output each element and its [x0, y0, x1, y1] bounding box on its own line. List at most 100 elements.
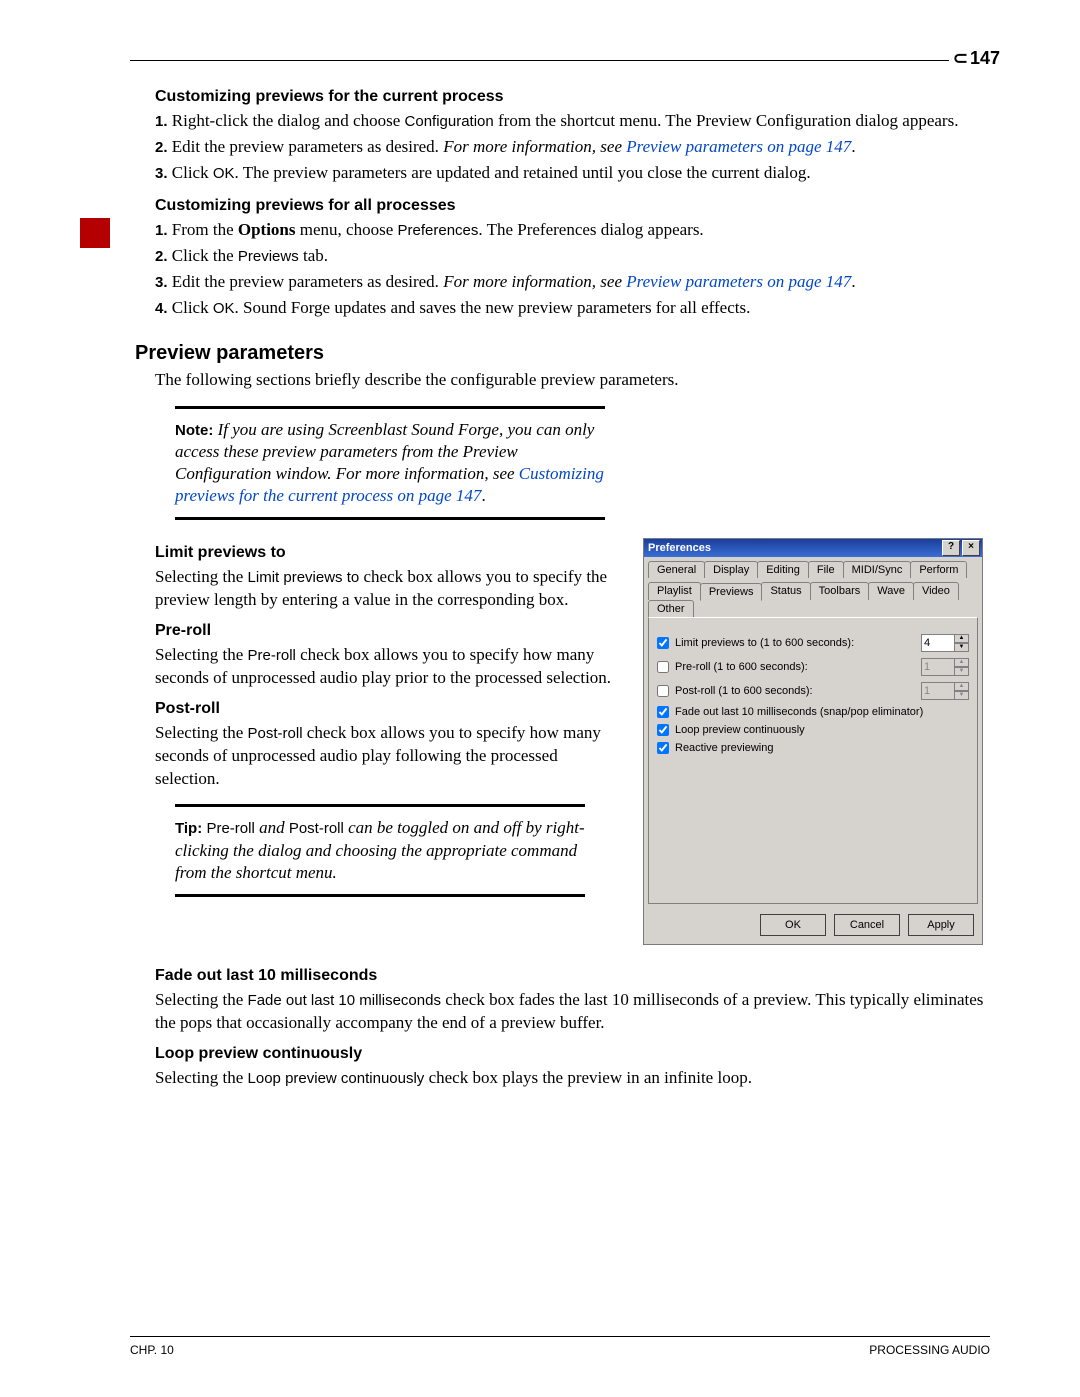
note-box: Note: If you are using Screenblast Sound…: [175, 406, 605, 520]
cross-ref-link[interactable]: on page 147: [393, 486, 481, 505]
step-number: 1.: [155, 113, 168, 130]
ui-label: OK: [213, 165, 235, 182]
checkbox-fade-out[interactable]: [657, 706, 669, 718]
heading-customize-current: Customizing previews for the current pro…: [155, 88, 990, 106]
step-text: . The preview parameters are updated and…: [235, 163, 811, 182]
ui-label: Pre-roll: [248, 647, 296, 664]
apply-button[interactable]: Apply: [908, 914, 974, 936]
heading-loop: Loop preview continuously: [155, 1045, 990, 1063]
step-text-italic: For more information, see: [443, 272, 626, 291]
ui-label: Previews: [238, 248, 299, 265]
step-text: menu, choose: [296, 220, 398, 239]
heading-limit: Limit previews to: [155, 544, 625, 562]
para-postroll: Selecting the Post-roll check box allows…: [155, 722, 625, 791]
step-text: . Sound Forge updates and saves the new …: [235, 298, 751, 317]
close-button[interactable]: ×: [962, 540, 980, 556]
tip-label: Tip:: [175, 820, 202, 837]
ok-button[interactable]: OK: [760, 914, 826, 936]
step-text: Click: [172, 163, 213, 182]
ui-label: Preferences: [398, 222, 479, 239]
spinner-preroll-value: ▲▼: [921, 658, 969, 676]
para-fade: Selecting the Fade out last 10 milliseco…: [155, 989, 990, 1035]
checkbox-loop-preview[interactable]: [657, 724, 669, 736]
footer-section: PROCESSING AUDIO: [869, 1343, 990, 1357]
tab-previews[interactable]: Previews: [700, 583, 763, 601]
dialog-tabs-row1: General Display Editing File MIDI/Sync P…: [644, 557, 982, 578]
tab-other[interactable]: Other: [648, 600, 694, 617]
heading-preroll: Pre-roll: [155, 622, 625, 640]
top-rule: [130, 60, 1000, 61]
tab-general[interactable]: General: [648, 561, 705, 578]
step-text: Right-click the dialog and choose: [172, 111, 405, 130]
label-loop-preview: Loop preview continuously: [675, 724, 805, 736]
cross-ref-link[interactable]: Preview parameters: [626, 272, 763, 291]
checkbox-postroll[interactable]: [657, 685, 669, 697]
dialog-title: Preferences: [648, 542, 711, 554]
checkbox-reactive[interactable]: [657, 742, 669, 754]
tab-status[interactable]: Status: [761, 582, 810, 600]
checkbox-preroll[interactable]: [657, 661, 669, 673]
step-text: Edit the preview parameters as desired.: [172, 137, 443, 156]
intro-text: The following sections briefly describe …: [155, 369, 990, 392]
tab-panel-previews: Limit previews to (1 to 600 seconds): ▲▼…: [648, 617, 978, 904]
cancel-button[interactable]: Cancel: [834, 914, 900, 936]
tab-perform[interactable]: Perform: [910, 561, 967, 578]
tab-midisync[interactable]: MIDI/Sync: [843, 561, 912, 578]
tab-playlist[interactable]: Playlist: [648, 582, 701, 600]
body-text: check box plays the preview in an infini…: [424, 1068, 752, 1087]
tip-box: Tip: Pre-roll and Post-roll can be toggl…: [175, 804, 585, 896]
para-preroll: Selecting the Pre-roll check box allows …: [155, 644, 625, 690]
spin-down-icon: ▼: [955, 667, 969, 676]
spin-down-icon: ▼: [955, 691, 969, 700]
ui-label: Loop preview continuously: [248, 1070, 425, 1087]
step-item: 3. Edit the preview parameters as desire…: [155, 271, 990, 294]
cross-ref-link[interactable]: Preview parameters: [626, 137, 763, 156]
ui-label: Post-roll: [289, 820, 344, 837]
body-text: Selecting the: [155, 1068, 248, 1087]
input-postroll-value: [921, 682, 955, 700]
step-number: 3.: [155, 274, 168, 291]
tab-editing[interactable]: Editing: [757, 561, 809, 578]
body-text: Selecting the: [155, 723, 248, 742]
ui-label: Fade out last 10 milliseconds: [248, 992, 441, 1009]
tab-video[interactable]: Video: [913, 582, 959, 600]
checkbox-limit-previews[interactable]: [657, 637, 669, 649]
dialog-titlebar[interactable]: Preferences ? ×: [644, 539, 982, 557]
input-limit-value[interactable]: [921, 634, 955, 652]
ui-label: Configuration: [405, 113, 494, 130]
step-item: 2. Click the Previews tab.: [155, 245, 990, 268]
label-fade-out: Fade out last 10 milliseconds (snap/pop …: [675, 706, 923, 718]
help-button[interactable]: ?: [942, 540, 960, 556]
para-limit: Selecting the Limit previews to check bo…: [155, 566, 625, 612]
body-text: Selecting the: [155, 990, 248, 1009]
spinner-limit-value[interactable]: ▲▼: [921, 634, 969, 652]
tab-file[interactable]: File: [808, 561, 844, 578]
step-item: 2. Edit the preview parameters as desire…: [155, 136, 990, 159]
spin-up-icon[interactable]: ▲: [955, 634, 969, 643]
step-number: 2.: [155, 139, 168, 156]
heading-postroll: Post-roll: [155, 700, 625, 718]
label-preroll: Pre-roll (1 to 600 seconds):: [675, 661, 808, 673]
body-text: Selecting the: [155, 567, 248, 586]
step-number: 1.: [155, 222, 168, 239]
tab-display[interactable]: Display: [704, 561, 758, 578]
step-text: tab.: [299, 246, 328, 265]
step-text-italic: For more information, see: [443, 137, 626, 156]
tab-toolbars[interactable]: Toolbars: [810, 582, 870, 600]
ui-label: Post-roll: [248, 725, 303, 742]
step-text: Click: [172, 298, 213, 317]
spin-down-icon[interactable]: ▼: [955, 643, 969, 652]
page-number: ⊂ 147: [949, 48, 1000, 69]
step-number: 3.: [155, 165, 168, 182]
tab-wave[interactable]: Wave: [868, 582, 914, 600]
step-text: .: [851, 272, 855, 291]
step-text: from the shortcut menu. The Preview Conf…: [494, 111, 959, 130]
cross-ref-link[interactable]: on page 147: [763, 137, 851, 156]
input-preroll-value: [921, 658, 955, 676]
dialog-tabs-row2: Playlist Previews Status Toolbars Wave V…: [644, 578, 982, 617]
body-text: Selecting the: [155, 645, 248, 664]
cross-ref-link[interactable]: on page 147: [763, 272, 851, 291]
step-item: 4. Click OK. Sound Forge updates and sav…: [155, 297, 990, 320]
preferences-dialog: Preferences ? × General Display Editing …: [643, 538, 983, 945]
note-label: Note:: [175, 422, 213, 439]
